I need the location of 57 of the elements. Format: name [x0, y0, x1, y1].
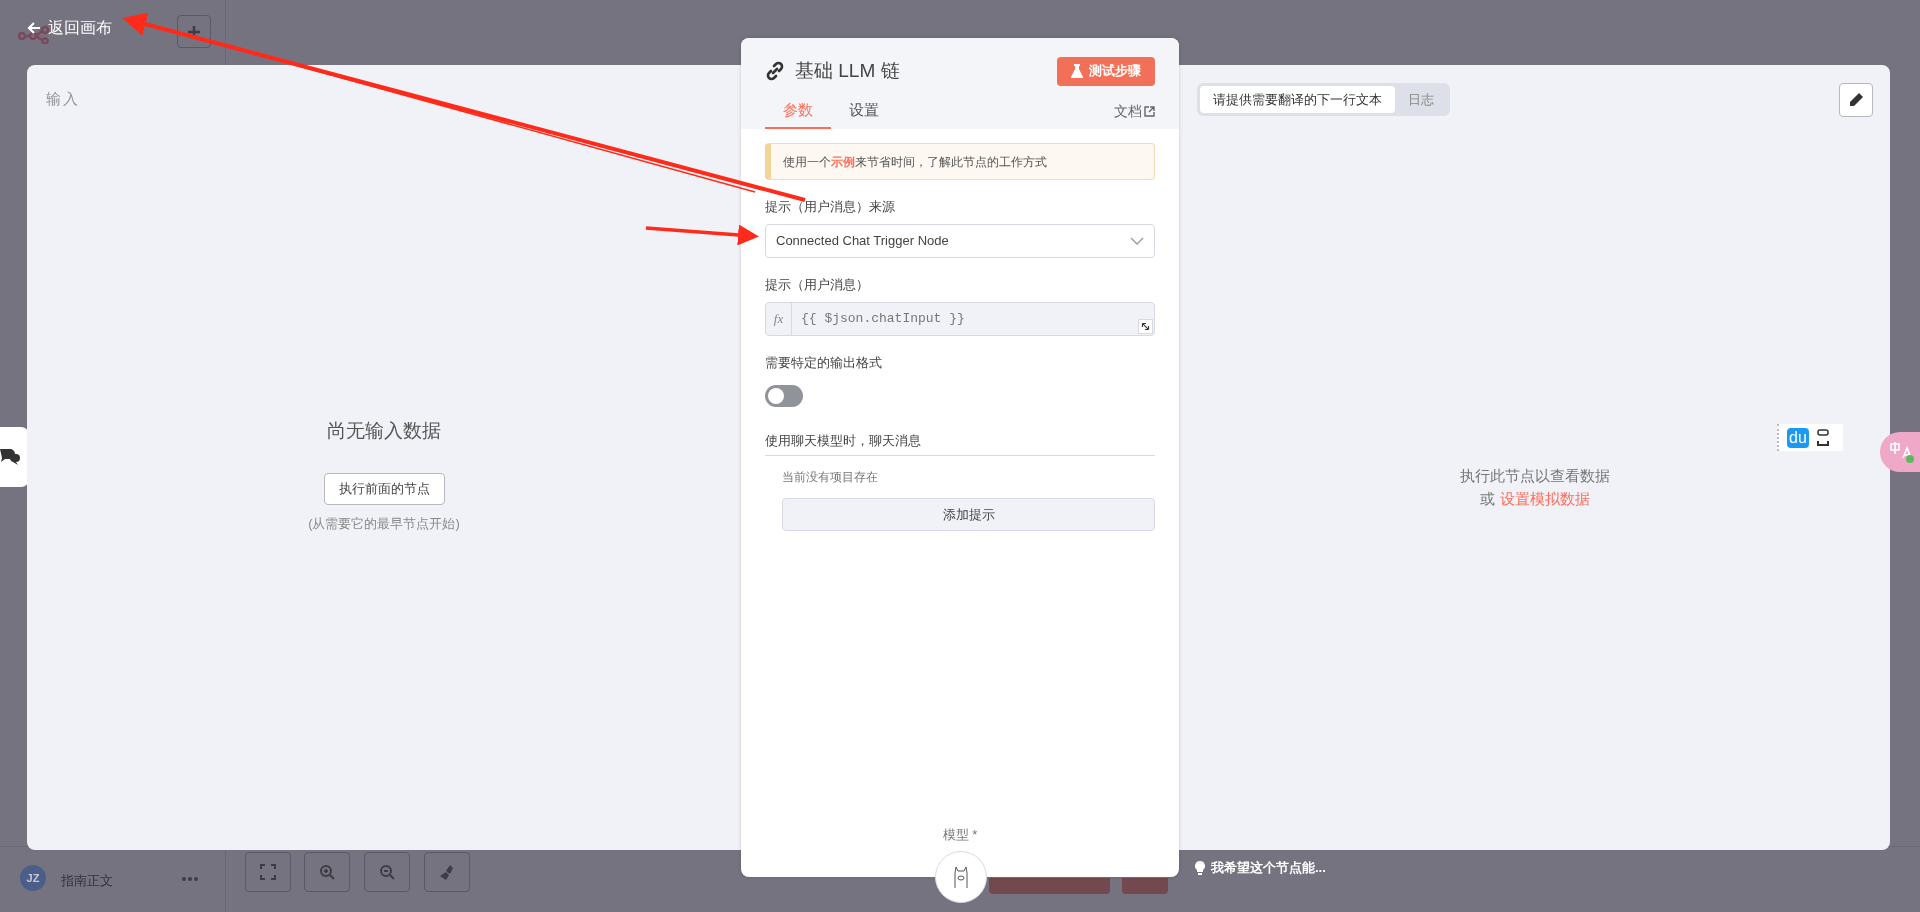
output-tab[interactable]: 日志	[1395, 86, 1447, 113]
model-node[interactable]	[935, 851, 987, 903]
llama-icon	[952, 865, 970, 889]
scan-icon	[1816, 428, 1829, 447]
translate-widget[interactable]: du	[1777, 424, 1843, 451]
hint-text[interactable]: 我希望这个节点能...	[1211, 858, 1326, 878]
expression-field[interactable]: {{ $json.chatInput }}	[801, 309, 965, 329]
avatar: JZ	[20, 865, 46, 891]
pencil-icon	[1848, 92, 1864, 108]
test-step-button[interactable]: 测试步骤	[1057, 56, 1155, 86]
translate-bubble[interactable]	[1880, 432, 1920, 472]
fit-view-button[interactable]	[245, 852, 291, 892]
mock-data-link[interactable]: 设置模拟数据	[1499, 487, 1590, 510]
zoom-in-icon	[318, 863, 336, 881]
external-link-icon	[1144, 106, 1155, 117]
tab[interactable]: 参数	[765, 94, 831, 129]
user-name: 指南正文	[61, 872, 113, 890]
link-icon	[765, 61, 785, 81]
field-label: 提示（用户消息）	[765, 275, 870, 294]
node-title: 基础 LLM 链	[795, 58, 900, 83]
fit-view-icon	[259, 863, 277, 881]
select-field[interactable]: Connected Chat Trigger Node	[765, 223, 1155, 258]
expand-icon[interactable]	[1138, 319, 1153, 334]
empty-title: 尚无输入数据	[327, 419, 441, 443]
panel-title: 输入	[46, 89, 80, 109]
model-label: 模型 *	[942, 825, 978, 844]
clean-button[interactable]	[424, 852, 470, 892]
callout: 使用一个示例来节省时间，了解此节点的工作方式	[765, 143, 1155, 180]
empty-message: 当前没有项目存在	[782, 469, 879, 486]
section-title: 使用聊天模型时，聊天消息	[765, 430, 1155, 456]
tab[interactable]: 设置	[831, 94, 897, 129]
lightbulb-icon	[1195, 860, 1205, 875]
output-tab[interactable]: 请提供需要翻译的下一行文本	[1200, 86, 1395, 113]
translate-icon	[1888, 440, 1914, 464]
arrow-left-icon	[26, 20, 42, 36]
execute-previous-button[interactable]: 执行前面的节点	[323, 472, 445, 505]
zoom-out-icon	[378, 863, 396, 881]
empty-message: 执行此节点以查看数据	[1459, 466, 1610, 486]
chat-icon	[0, 446, 20, 468]
zoom-out-button[interactable]	[364, 852, 410, 892]
edit-button[interactable]	[1839, 83, 1873, 117]
docs-link[interactable]: 文档	[1114, 94, 1155, 129]
field-label: 提示（用户消息）来源	[765, 198, 896, 216]
flask-icon	[1071, 64, 1083, 78]
add-button[interactable]	[177, 15, 211, 48]
hint-text: (从需要它的最早节点开始)	[308, 514, 460, 533]
field-label: 需要特定的输出格式	[765, 354, 883, 372]
more-icon[interactable]	[182, 877, 198, 881]
zoom-in-button[interactable]	[304, 852, 350, 892]
or-text: 或	[1479, 488, 1495, 509]
chevron-down-icon	[1130, 236, 1144, 245]
chat-button[interactable]	[0, 427, 29, 487]
add-prompt-button[interactable]: 添加提示	[782, 498, 1155, 531]
fx-label: fx	[766, 303, 792, 335]
broom-icon	[438, 863, 456, 881]
back-link[interactable]: 返回画布	[26, 16, 112, 40]
toggle-switch[interactable]	[765, 384, 803, 407]
